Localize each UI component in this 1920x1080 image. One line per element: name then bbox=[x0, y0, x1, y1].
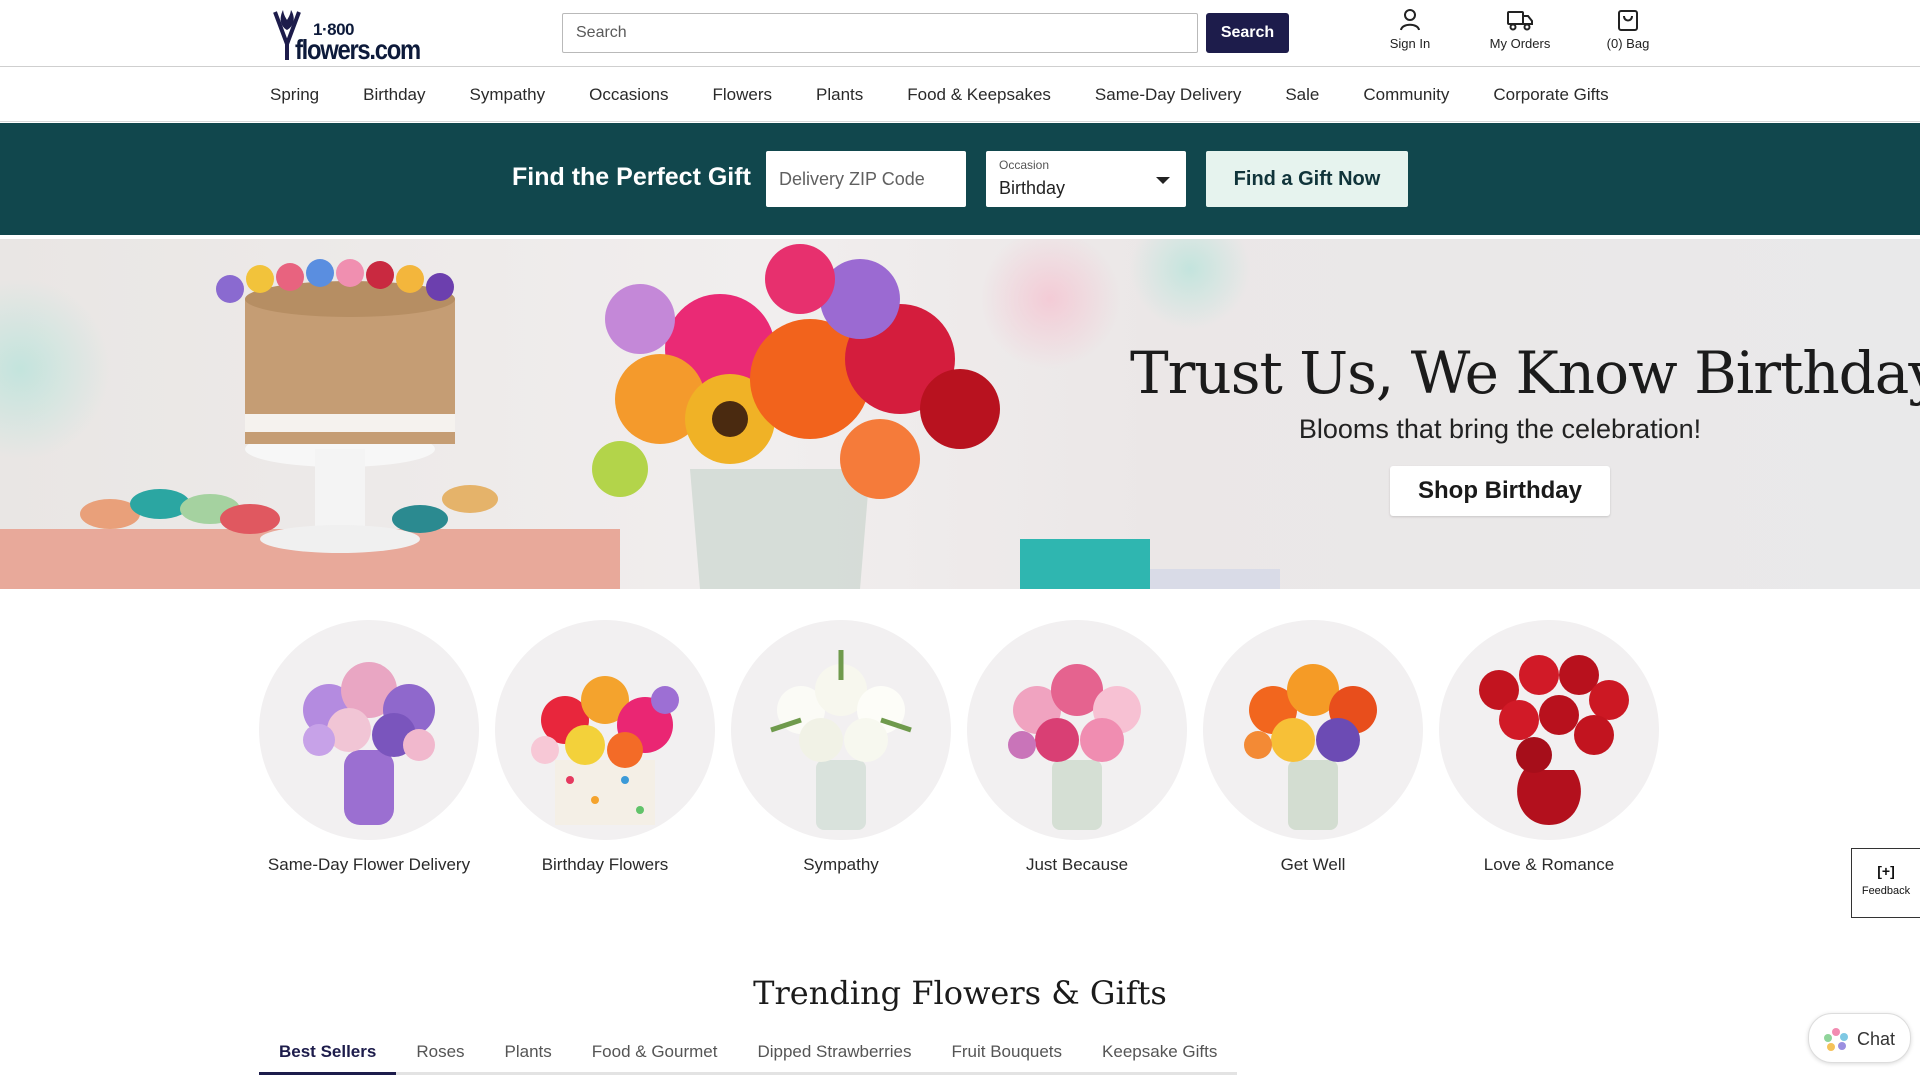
category-name: Birthday Flowers bbox=[541, 855, 669, 874]
nav-item-spring[interactable]: Spring bbox=[270, 85, 319, 105]
nav-item-occasions[interactable]: Occasions bbox=[589, 85, 668, 105]
sign-in-link[interactable]: Sign In bbox=[1380, 8, 1440, 51]
chat-button[interactable]: Chat bbox=[1808, 1013, 1911, 1063]
category-name: Same-Day Flower Delivery bbox=[267, 855, 471, 874]
category-image bbox=[495, 620, 715, 840]
trending-tabs: Best Sellers Roses Plants Food & Gourmet… bbox=[259, 1037, 1238, 1075]
hero-title: Trust Us, We Know Birthdays bbox=[1130, 339, 1920, 407]
category-same-day-delivery[interactable]: Same-Day Flower Delivery bbox=[259, 620, 479, 876]
tab-roses[interactable]: Roses bbox=[396, 1037, 484, 1072]
occasion-select[interactable]: Occasion Birthday bbox=[986, 151, 1186, 207]
nav-item-birthday[interactable]: Birthday bbox=[363, 85, 425, 105]
zip-code-input[interactable] bbox=[766, 151, 966, 207]
tab-dipped-strawberries[interactable]: Dipped Strawberries bbox=[737, 1037, 931, 1072]
nav-item-sympathy[interactable]: Sympathy bbox=[470, 85, 546, 105]
hero-subtitle: Blooms that bring the celebration! bbox=[1298, 414, 1702, 444]
search-button[interactable]: Search bbox=[1206, 13, 1289, 53]
search-input[interactable] bbox=[562, 13, 1198, 53]
logo-wordmark: flowers.com bbox=[295, 34, 421, 65]
category-name: Sympathy bbox=[803, 855, 879, 874]
gift-finder-title: Find the Perfect Gift bbox=[512, 163, 751, 191]
nav-item-same-day-delivery[interactable]: Same-Day Delivery bbox=[1095, 85, 1241, 105]
nav-item-sale[interactable]: Sale bbox=[1285, 85, 1319, 105]
category-sympathy[interactable]: Sympathy bbox=[731, 620, 951, 876]
category-name: Just Because bbox=[1025, 855, 1129, 874]
bag-link[interactable]: (0) Bag bbox=[1600, 8, 1656, 51]
shopping-bag-icon bbox=[1618, 10, 1638, 31]
site-logo[interactable]: 1·800 flowers.com bbox=[269, 4, 421, 65]
category-image bbox=[259, 620, 479, 840]
user-icon bbox=[1400, 9, 1420, 31]
chat-label: Chat bbox=[1857, 1029, 1896, 1049]
category-image bbox=[967, 620, 1187, 840]
occasion-value: Birthday bbox=[999, 178, 1066, 198]
tab-food-gourmet[interactable]: Food & Gourmet bbox=[572, 1037, 738, 1072]
main-nav: Spring Birthday Sympathy Occasions Flowe… bbox=[0, 68, 1920, 122]
truck-icon bbox=[1507, 11, 1533, 31]
category-get-well[interactable]: Get Well bbox=[1203, 620, 1423, 876]
category-name: Love & Romance bbox=[1483, 855, 1615, 874]
occasion-label: Occasion bbox=[999, 158, 1050, 172]
my-orders-label: My Orders bbox=[1489, 36, 1551, 51]
category-birthday-flowers[interactable]: Birthday Flowers bbox=[495, 620, 715, 876]
category-love-romance[interactable]: Love & Romance bbox=[1439, 620, 1659, 876]
chat-sparkle-icon bbox=[1824, 1028, 1848, 1051]
nav-item-corporate-gifts[interactable]: Corporate Gifts bbox=[1493, 85, 1608, 105]
nav-item-plants[interactable]: Plants bbox=[816, 85, 863, 105]
category-image bbox=[1439, 620, 1659, 840]
feedback-label: Feedback bbox=[1861, 885, 1911, 897]
find-gift-button[interactable]: Find a Gift Now bbox=[1206, 151, 1408, 207]
chevron-down-icon bbox=[1156, 177, 1170, 184]
nav-item-food-keepsakes[interactable]: Food & Keepsakes bbox=[907, 85, 1051, 105]
nav-item-community[interactable]: Community bbox=[1363, 85, 1449, 105]
hero-banner[interactable]: Trust Us, We Know Birthdays Blooms that … bbox=[0, 239, 1920, 589]
feedback-icon: [+] bbox=[1877, 863, 1895, 879]
gift-finder-bar: Find the Perfect Gift Occasion Birthday … bbox=[0, 123, 1920, 235]
tab-plants[interactable]: Plants bbox=[485, 1037, 572, 1072]
tab-fruit-bouquets[interactable]: Fruit Bouquets bbox=[931, 1037, 1082, 1072]
category-carousel: Same-Day Flower Delivery Birthday Flower… bbox=[259, 620, 1661, 900]
category-image bbox=[731, 620, 951, 840]
my-orders-link[interactable]: My Orders bbox=[1480, 8, 1560, 51]
feedback-button[interactable]: [+] Feedback bbox=[1851, 848, 1920, 918]
category-just-because[interactable]: Just Because bbox=[967, 620, 1187, 876]
bag-label: (0) Bag bbox=[1606, 36, 1650, 51]
category-image bbox=[1203, 620, 1423, 840]
tab-best-sellers[interactable]: Best Sellers bbox=[259, 1037, 397, 1075]
nav-item-flowers[interactable]: Flowers bbox=[712, 85, 772, 105]
sign-in-label: Sign In bbox=[1389, 36, 1431, 51]
trending-title: Trending Flowers & Gifts bbox=[753, 974, 1167, 1012]
site-header: 1·800 flowers.com Search Sign In My Orde… bbox=[0, 0, 1920, 67]
category-name: Get Well bbox=[1280, 855, 1346, 874]
shop-birthday-button[interactable]: Shop Birthday bbox=[1390, 466, 1610, 516]
tab-keepsake-gifts[interactable]: Keepsake Gifts bbox=[1082, 1037, 1237, 1072]
